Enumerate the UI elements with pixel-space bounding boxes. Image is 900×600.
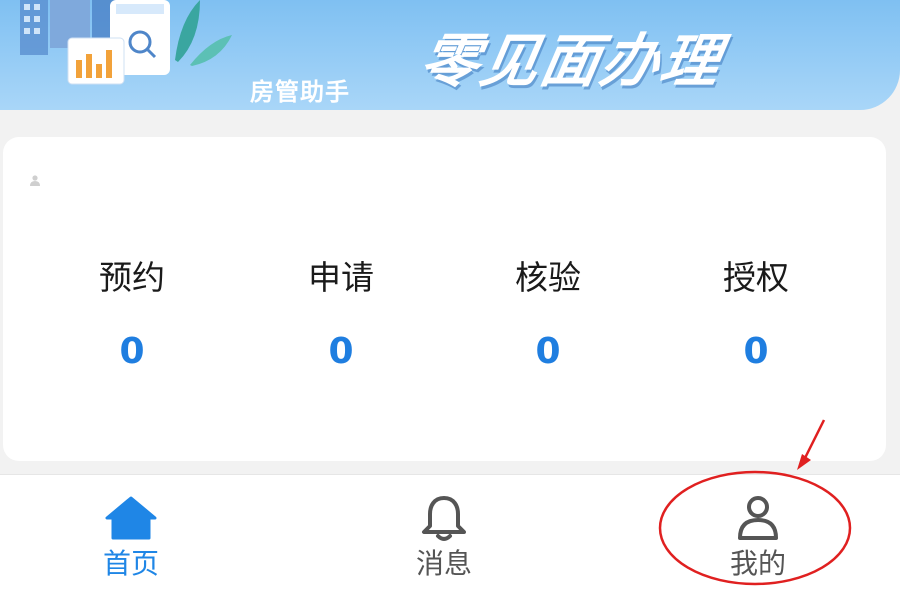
stat-verification[interactable]: 核验 0 [478, 258, 618, 372]
tab-profile[interactable]: 我的 [688, 492, 828, 582]
stat-label: 申请 [308, 258, 374, 297]
bell-icon [422, 496, 466, 541]
stat-label: 预约 [99, 258, 165, 297]
nav-label: 首页 [102, 547, 159, 580]
banner-title: 零见面办理 [415, 27, 728, 95]
banner-illustration [20, 0, 232, 85]
banner-subtitle: 房管助手 [250, 78, 350, 106]
tab-home[interactable]: 首页 [61, 492, 201, 582]
user-icon [738, 496, 778, 540]
person-icon [30, 175, 40, 186]
nav-label: 消息 [415, 547, 472, 580]
page: 房管助手 零见面办理 预约 0 申请 0 核验 0 授权 0 首页 消息 我的 [0, 0, 900, 600]
stat-value: 0 [535, 331, 561, 372]
tab-messages[interactable]: 消息 [374, 492, 514, 582]
stat-authorization[interactable]: 授权 0 [686, 258, 826, 372]
header-banner: 房管助手 零见面办理 [0, 0, 900, 110]
stat-value: 0 [743, 331, 769, 372]
home-icon [105, 496, 157, 540]
nav-label: 我的 [729, 547, 786, 580]
stat-value: 0 [328, 331, 354, 372]
stat-application[interactable]: 申请 0 [271, 258, 411, 372]
stat-appointment[interactable]: 预约 0 [62, 258, 202, 372]
stat-label: 授权 [723, 258, 789, 297]
stat-label: 核验 [515, 258, 581, 297]
stat-value: 0 [119, 331, 145, 372]
